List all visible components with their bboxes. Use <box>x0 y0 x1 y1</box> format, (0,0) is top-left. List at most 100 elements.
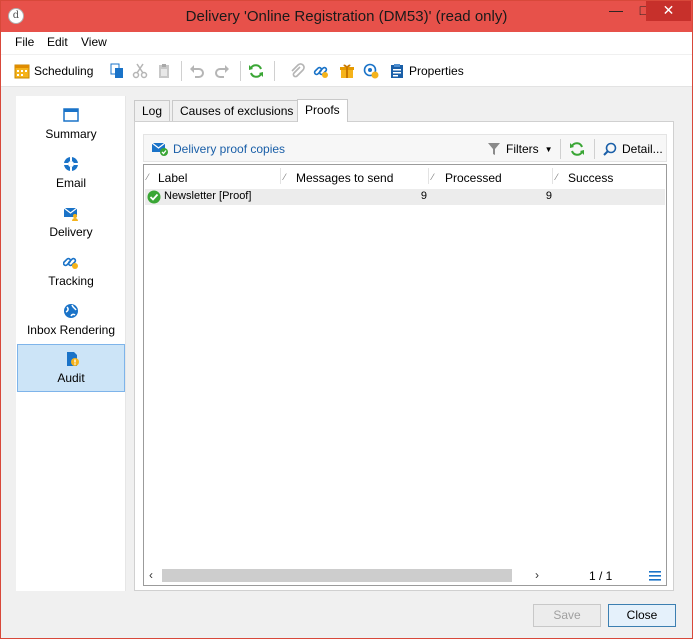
redo-button[interactable] <box>214 62 230 80</box>
copy-icon <box>110 63 123 78</box>
attach-icon <box>291 63 305 78</box>
menu-view[interactable]: View <box>81 35 107 49</box>
success-check-icon <box>147 190 161 204</box>
sort-icon: ⁄ <box>147 172 149 182</box>
menu-edit[interactable]: Edit <box>47 35 68 49</box>
toolbar-separator <box>181 61 182 81</box>
menu-file[interactable]: File <box>15 35 34 49</box>
sidebar-item-label: Tracking <box>48 274 94 288</box>
close-button[interactable]: Close <box>608 604 676 627</box>
minimize-button[interactable]: — <box>601 1 631 21</box>
sidebar-item-email[interactable]: Email <box>17 150 125 196</box>
sidebar-item-label: Summary <box>45 127 97 141</box>
subbar-title: Delivery proof copies <box>173 142 286 156</box>
column-separator <box>280 168 281 184</box>
toolbar-separator <box>274 61 275 81</box>
column-header-messages-to-send[interactable]: Messages to send <box>296 171 393 185</box>
proofs-grid: ⁄ Label ⁄ Messages to send ⁄ Processed ⁄… <box>143 164 667 586</box>
column-separator <box>428 168 429 184</box>
attach-button[interactable] <box>289 62 305 80</box>
magnifier-icon <box>603 142 617 156</box>
menu-bar: File Edit View <box>1 32 692 54</box>
funnel-icon <box>488 143 500 155</box>
refresh-icon <box>249 64 263 78</box>
filters-button[interactable]: Filters ▼ <box>488 140 553 158</box>
cut-button[interactable] <box>132 62 148 80</box>
calendar-icon <box>14 64 30 79</box>
column-header-label[interactable]: Label <box>158 171 187 185</box>
toolbar-separator <box>240 61 241 81</box>
proofs-subbar: Delivery proof copies Filters ▼ Detail..… <box>143 134 667 162</box>
sort-icon: ⁄ <box>432 172 434 182</box>
scheduling-button[interactable]: Scheduling <box>14 62 93 80</box>
title-bar[interactable]: d Delivery 'Online Registration (DM53)' … <box>1 1 692 32</box>
link-button[interactable] <box>313 62 329 80</box>
delivery-proof-copies-title: Delivery proof copies <box>151 140 285 158</box>
target-button[interactable] <box>363 62 379 80</box>
link-icon <box>313 66 328 78</box>
cell-messages-to-send: 9 <box>420 190 427 202</box>
copy-button[interactable] <box>109 62 125 80</box>
sort-icon: ⁄ <box>284 172 286 182</box>
scroll-left-arrow[interactable]: ‹ <box>149 568 153 582</box>
envelope-check-icon <box>151 142 168 156</box>
clipboard-icon <box>391 64 403 78</box>
target-icon <box>363 63 379 79</box>
subbar-separator <box>594 139 595 159</box>
tab-proofs[interactable]: Proofs <box>297 99 348 122</box>
paste-button[interactable] <box>156 62 172 80</box>
sidebar-item-label: Inbox Rendering <box>26 323 116 337</box>
sidebar-item-summary[interactable]: Summary <box>17 101 125 147</box>
save-button[interactable]: Save <box>533 604 601 627</box>
chain-link-icon <box>63 257 78 269</box>
sidebar-item-label: Audit <box>57 371 85 385</box>
window-title: Delivery 'Online Registration (DM53)' (r… <box>185 8 508 25</box>
paste-icon <box>159 64 169 78</box>
undo-button[interactable] <box>189 62 205 80</box>
gift-button[interactable] <box>339 62 355 80</box>
undo-icon <box>190 65 204 78</box>
toolbar: Scheduling Properties <box>1 55 692 87</box>
list-menu-icon[interactable] <box>649 570 661 581</box>
sidebar-item-delivery[interactable]: Delivery <box>17 199 125 245</box>
main-window: d Delivery 'Online Registration (DM53)' … <box>0 0 693 639</box>
sidebar-item-audit[interactable]: Audit <box>17 344 125 392</box>
horizontal-scrollbar[interactable]: ‹ › 1 / 1 <box>145 567 665 584</box>
filters-label: Filters <box>506 142 539 156</box>
grid-refresh-button[interactable] <box>569 140 585 158</box>
sidebar: Summary Email Delivery Tracking Inbox Re… <box>16 96 126 591</box>
detail-label: Detail... <box>622 142 663 156</box>
tab-log[interactable]: Log <box>134 100 171 122</box>
subbar-separator <box>560 139 561 159</box>
globe-icon <box>64 304 78 318</box>
tab-causes-of-exclusions[interactable]: Causes of exclusions <box>172 100 302 122</box>
cell-label: Newsletter [Proof] <box>164 190 252 202</box>
column-header-processed[interactable]: Processed <box>445 171 502 185</box>
cell-processed: 9 <box>545 190 552 202</box>
scroll-thumb[interactable] <box>162 569 512 582</box>
lifebuoy-icon <box>64 157 78 171</box>
detail-button[interactable]: Detail... <box>603 140 663 158</box>
sidebar-item-label: Email <box>55 176 86 190</box>
envelope-person-icon <box>63 207 78 221</box>
sidebar-item-tracking[interactable]: Tracking <box>17 248 125 294</box>
cut-icon <box>132 63 148 79</box>
sidebar-item-inbox-rendering[interactable]: Inbox Rendering <box>17 297 125 343</box>
refresh-button[interactable] <box>248 62 264 80</box>
chevron-down-icon: ▼ <box>544 144 553 154</box>
sidebar-item-label: Delivery <box>49 225 93 239</box>
column-header-success[interactable]: Success <box>568 171 613 185</box>
scroll-right-arrow[interactable]: › <box>535 568 539 582</box>
properties-button[interactable]: Properties <box>389 62 464 80</box>
sort-icon: ⁄ <box>556 172 558 182</box>
window-icon <box>63 108 79 122</box>
table-row[interactable]: Newsletter [Proof] 9 9 <box>145 189 665 205</box>
gift-icon <box>340 64 354 78</box>
refresh-icon <box>570 142 584 156</box>
audit-icon <box>67 352 79 366</box>
redo-icon <box>215 65 229 78</box>
column-separator <box>552 168 553 184</box>
close-window-button[interactable]: ✕ <box>646 1 691 21</box>
proofs-panel: Delivery proof copies Filters ▼ Detail..… <box>134 121 674 591</box>
pager-count: 1 / 1 <box>589 569 613 583</box>
